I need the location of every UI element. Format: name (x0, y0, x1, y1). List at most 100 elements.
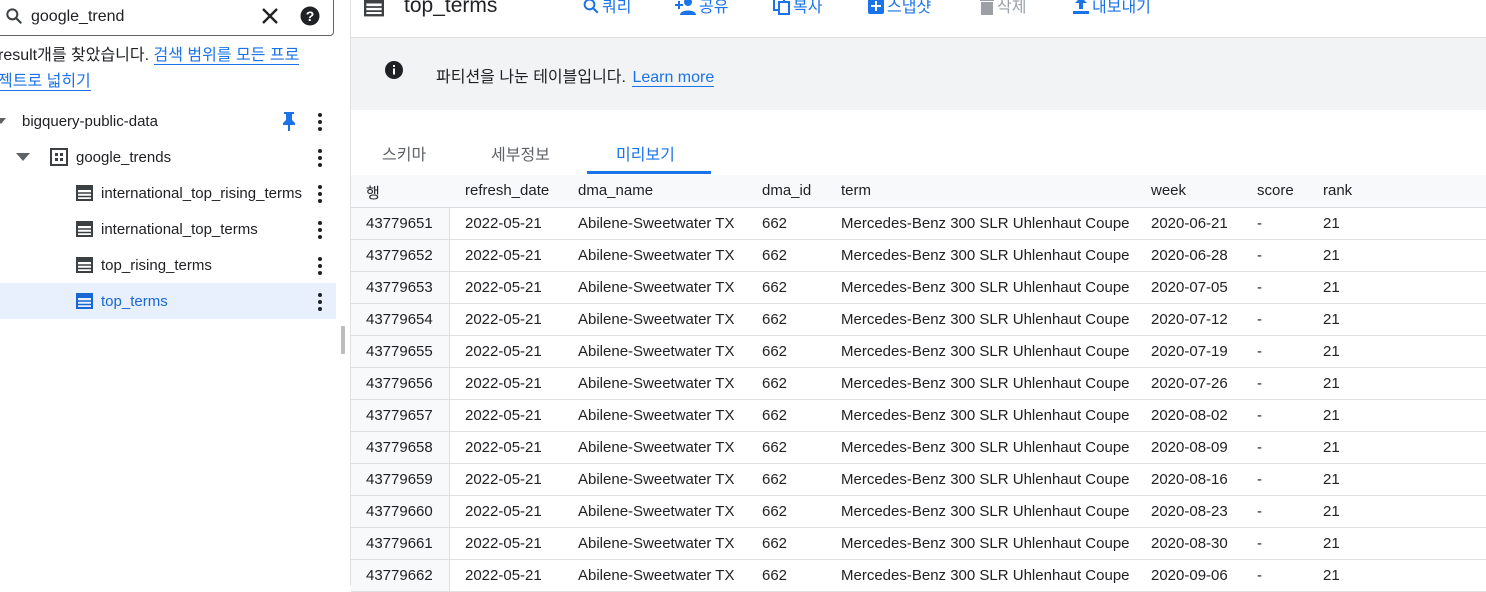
table-row[interactable]: 43779662 2022-05-21 Abilene-Sweetwater TX 6… (351, 560, 1486, 592)
row-number-cell: 43779651 (351, 208, 450, 239)
detail-tabs: 스키마 세부정보 미리보기 (351, 130, 1486, 176)
share-label: 공유 (699, 0, 729, 16)
table-cell: Mercedes-Benz 300 SLR Uhlenhaut Coupe (841, 503, 1130, 520)
table-cell: 21 (1323, 567, 1340, 584)
tab-details[interactable]: 세부정보 (491, 141, 550, 165)
table-cell: Abilene-Sweetwater TX (578, 215, 735, 232)
query-button[interactable]: 쿼리 (582, 0, 631, 19)
search-box[interactable]: ? (0, 0, 334, 36)
dataset-icon (50, 148, 68, 166)
table-cell: 662 (762, 311, 788, 328)
table-row[interactable]: 43779654 2022-05-21 Abilene-Sweetwater TX 6… (351, 304, 1486, 336)
tree-item-table[interactable]: international_top_terms (0, 211, 336, 247)
search-icon (583, 0, 599, 14)
more-icon[interactable] (312, 219, 328, 239)
table-cell: Abilene-Sweetwater TX (578, 247, 735, 264)
more-icon[interactable] (312, 255, 328, 275)
share-button[interactable]: 공유 (675, 0, 728, 19)
tree-item-dataset[interactable]: google_trends (0, 139, 336, 175)
learn-more-link[interactable]: Learn more (632, 69, 715, 87)
table-cell: Mercedes-Benz 300 SLR Uhlenhaut Coupe (841, 407, 1130, 424)
table-cell: 21 (1323, 503, 1340, 520)
table-cell: Mercedes-Benz 300 SLR Uhlenhaut Coupe (841, 471, 1130, 488)
more-icon[interactable] (312, 111, 328, 131)
query-label: 쿼리 (602, 0, 632, 16)
tree-item-table-selected[interactable]: top_terms (0, 283, 336, 319)
table-row[interactable]: 43779659 2022-05-21 Abilene-Sweetwater TX 6… (351, 464, 1486, 496)
table-cell: 2022-05-21 (465, 567, 542, 584)
table-cell: Mercedes-Benz 300 SLR Uhlenhaut Coupe (841, 215, 1130, 232)
table-cell: 2020-08-09 (1151, 439, 1228, 456)
column-header[interactable]: 행 (366, 182, 380, 203)
table-icon (76, 221, 93, 237)
more-icon[interactable] (312, 147, 328, 167)
table-cell: Abilene-Sweetwater TX (578, 567, 735, 584)
column-header[interactable]: term (841, 182, 871, 199)
pin-icon[interactable] (280, 111, 298, 131)
row-number-cell: 43779656 (351, 368, 450, 399)
search-icon (6, 8, 22, 24)
table-row[interactable]: 43779655 2022-05-21 Abilene-Sweetwater TX 6… (351, 336, 1486, 368)
table-cell: 2020-07-12 (1151, 311, 1228, 328)
row-number-cell: 43779659 (351, 464, 450, 495)
table-cell: 21 (1323, 407, 1340, 424)
snapshot-button[interactable]: 스냅샷 (867, 0, 931, 19)
table-cell: 662 (762, 375, 788, 392)
close-icon[interactable] (260, 6, 280, 26)
copy-label: 복사 (793, 0, 823, 16)
column-header[interactable]: week (1151, 182, 1186, 199)
row-number: 43779658 (366, 439, 433, 456)
column-header[interactable]: rank (1323, 182, 1352, 199)
column-header[interactable]: refresh_date (465, 182, 549, 199)
table-cell: Mercedes-Benz 300 SLR Uhlenhaut Coupe (841, 439, 1130, 456)
table-cell: - (1257, 439, 1262, 456)
table-row[interactable]: 43779652 2022-05-21 Abilene-Sweetwater TX 6… (351, 240, 1486, 272)
table-cell: - (1257, 407, 1262, 424)
table-row[interactable]: 43779657 2022-05-21 Abilene-Sweetwater TX 6… (351, 400, 1486, 432)
table-cell: 2022-05-21 (465, 535, 542, 552)
column-header[interactable]: score (1257, 182, 1294, 199)
table-title: top_terms (404, 0, 498, 17)
copy-button[interactable]: 복사 (773, 0, 822, 19)
more-icon[interactable] (312, 291, 328, 311)
expand-search-link[interactable]: 검색 범위를 모든 프로 (153, 47, 300, 65)
table-cell: - (1257, 343, 1262, 360)
table-cell: Abilene-Sweetwater TX (578, 407, 735, 424)
table-row[interactable]: 43779658 2022-05-21 Abilene-Sweetwater TX 6… (351, 432, 1486, 464)
table-row[interactable]: 43779651 2022-05-21 Abilene-Sweetwater TX 6… (351, 208, 1486, 240)
tree-item-table[interactable]: international_top_rising_terms (0, 175, 336, 211)
table-icon (76, 185, 93, 201)
table-row[interactable]: 43779660 2022-05-21 Abilene-Sweetwater TX 6… (351, 496, 1486, 528)
row-number-cell: 43779658 (351, 432, 450, 463)
tab-preview[interactable]: 미리보기 (616, 141, 675, 165)
table-toolbar: top_terms 쿼리 공유 복사 스냅샷 삭제 내보내기 (351, 0, 1486, 38)
table-cell: Mercedes-Benz 300 SLR Uhlenhaut Coupe (841, 343, 1130, 360)
table-cell: 662 (762, 567, 788, 584)
table-cell: Abilene-Sweetwater TX (578, 471, 735, 488)
row-number-cell: 43779654 (351, 304, 450, 335)
help-icon[interactable]: ? (300, 6, 320, 26)
resize-handle[interactable] (341, 326, 345, 354)
table-row[interactable]: 43779661 2022-05-21 Abilene-Sweetwater TX 6… (351, 528, 1486, 560)
more-icon[interactable] (312, 183, 328, 203)
caret-down-icon[interactable] (16, 152, 30, 162)
table-cell: Mercedes-Benz 300 SLR Uhlenhaut Coupe (841, 375, 1130, 392)
table-cell: 2020-08-30 (1151, 535, 1228, 552)
expand-search-link-cont[interactable]: 젝트로 넓히기 (0, 73, 91, 91)
column-header[interactable]: dma_name (578, 182, 653, 199)
export-button[interactable]: 내보내기 (1072, 0, 1151, 19)
row-number: 43779660 (366, 503, 433, 520)
table-row[interactable]: 43779653 2022-05-21 Abilene-Sweetwater TX 6… (351, 272, 1486, 304)
table-row[interactable]: 43779656 2022-05-21 Abilene-Sweetwater TX 6… (351, 368, 1486, 400)
table-cell: 2020-08-23 (1151, 503, 1228, 520)
search-input[interactable] (31, 6, 251, 28)
info-icon (385, 61, 403, 79)
table-cell: 2020-08-02 (1151, 407, 1228, 424)
explorer-panel: ? result개를 찾았습니다. 검색 범위를 모든 프로 젝트로 넓히기 b… (0, 0, 350, 586)
delete-button[interactable]: 삭제 (979, 0, 1026, 19)
tab-schema[interactable]: 스키마 (382, 141, 426, 165)
caret-down-icon[interactable] (0, 116, 6, 126)
tree-item-table[interactable]: top_rising_terms (0, 247, 336, 283)
tree-item-project[interactable]: bigquery-public-data (0, 103, 336, 139)
column-header[interactable]: dma_id (762, 182, 811, 199)
